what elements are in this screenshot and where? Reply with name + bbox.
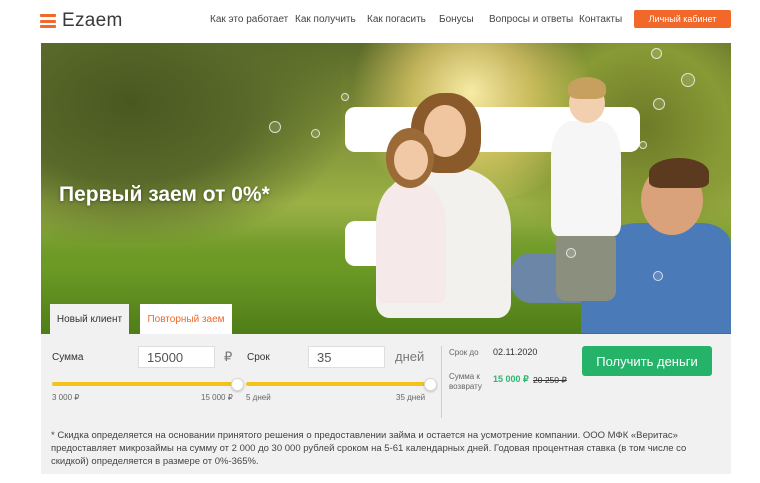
bubble-decor (653, 98, 665, 110)
due-label: Срок до (449, 348, 479, 357)
logo[interactable]: Ezaem (40, 10, 123, 32)
term-input[interactable]: 35 (308, 346, 385, 368)
nav-how-to-get[interactable]: Как получить (295, 14, 356, 25)
personal-cabinet-button[interactable]: Личный кабинет (634, 10, 731, 28)
term-slider-handle[interactable] (423, 378, 437, 391)
sum-min-label: 3 000 ₽ (52, 393, 80, 402)
logo-icon (40, 14, 56, 28)
nav-how-it-works[interactable]: Как это работает (210, 14, 288, 25)
term-label: Срок (247, 352, 270, 363)
nav-contacts[interactable]: Контакты (579, 14, 622, 25)
term-slider-track[interactable] (246, 382, 430, 386)
return-label-line2: возврату (449, 382, 482, 391)
sum-slider-handle[interactable] (230, 378, 244, 391)
tab-new-client[interactable]: Новый клиент (50, 304, 129, 334)
bubble-decor (681, 73, 695, 87)
hero-title: Первый заем от 0%* (59, 183, 270, 206)
return-amount: 15 000 ₽ (493, 374, 529, 384)
return-label-line1: Сумма к (449, 372, 480, 381)
sum-currency: ₽ (224, 349, 233, 364)
site-header: Ezaem Как это работает Как получить Как … (0, 0, 760, 42)
divider (441, 346, 442, 418)
nav-how-to-repay[interactable]: Как погасить (367, 14, 426, 25)
loan-calculator: Сумма 15000 ₽ Срок 35 дней 3 000 ₽ 15 00… (41, 334, 731, 474)
sum-label: Сумма (52, 352, 84, 363)
get-money-button[interactable]: Получить деньги (582, 346, 712, 376)
tab-repeat-loan[interactable]: Повторный заем (140, 304, 232, 334)
nav-faq[interactable]: Вопросы и ответы (489, 14, 573, 25)
bubble-decor (566, 248, 576, 258)
hero-banner: Первый заем от 0%* (41, 43, 731, 334)
disclaimer-text: * Скидка определяется на основании приня… (51, 430, 687, 467)
due-date: 02.11.2020 (493, 347, 538, 357)
sum-max-label: 15 000 ₽ (201, 393, 233, 402)
bubble-decor (311, 129, 320, 138)
term-min-label: 5 дней (246, 393, 271, 402)
bubble-decor (653, 271, 663, 281)
sum-slider-track[interactable] (52, 382, 237, 386)
term-unit: дней (395, 349, 425, 364)
sum-input[interactable]: 15000 (138, 346, 215, 368)
logo-text: Ezaem (62, 10, 123, 31)
page: Ezaem Как это работает Как получить Как … (0, 0, 760, 483)
bubble-decor (341, 93, 349, 101)
return-amount-old: 20 250 ₽ (533, 375, 567, 385)
bubble-decor (651, 48, 662, 59)
term-max-label: 35 дней (396, 393, 426, 402)
nav-bonuses[interactable]: Бонусы (439, 14, 474, 25)
bubble-decor (269, 121, 281, 133)
bubble-decor (639, 141, 647, 149)
